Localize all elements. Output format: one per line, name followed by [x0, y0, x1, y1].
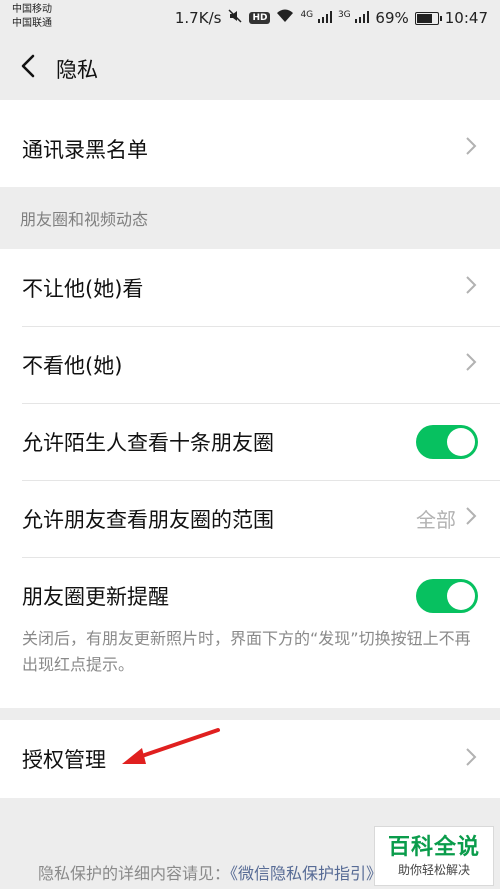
signal-1-label: 4G [300, 10, 314, 20]
row-label: 朋友圈更新提醒 [22, 584, 169, 609]
section-header-moments: 朋友圈和视频动态 [20, 210, 149, 229]
battery-icon [414, 11, 442, 25]
watermark-subtitle: 助你轻松解决 [397, 863, 470, 877]
row-label: 允许陌生人查看十条朋友圈 [22, 430, 274, 455]
row-label: 允许朋友查看朋友圈的范围 [22, 507, 274, 532]
row-friend-range[interactable]: 允许朋友查看朋友圈的范围 全部 [0, 480, 500, 557]
update-remind-description: 关闭后，有朋友更新照片时，界面下方的“发现”切换按钮上不再出现红点提示。 [22, 629, 471, 674]
nav-bar: 隐私 [0, 36, 500, 100]
row-label: 通讯录黑名单 [22, 137, 148, 162]
chevron-right-icon [464, 746, 478, 773]
row-label: 不让他(她)看 [22, 276, 144, 301]
signal-bars-icon [317, 11, 332, 23]
carrier-info: 中国移动 中国联通 [12, 3, 52, 31]
row-auth-management[interactable]: 授权管理 [0, 720, 500, 798]
signal-bars-icon [355, 11, 370, 23]
clock: 10:47 [444, 9, 488, 27]
red-arrow-icon [122, 728, 220, 764]
privacy-guide-link[interactable]: 《微信隐私保护指引》 [230, 864, 382, 883]
watermark-title: 百科全说 [387, 835, 480, 860]
privacy-footer-note: 隐私保护的详细内容请见：《微信隐私保护指引》 [38, 860, 382, 884]
row-stranger-view: 允许陌生人查看十条朋友圈 [0, 403, 500, 480]
blacklist-card: 通讯录黑名单 [0, 100, 500, 187]
moments-card: 不让他(她)看 不看他(她) 允许陌生人查看十条朋友圈 允许朋友查看朋友圈的范围… [0, 249, 500, 708]
row-label: 授权管理 [22, 748, 106, 772]
status-bar: 中国移动 中国联通 1.7K/s HD 4G 3G 69% 10:47 [0, 0, 500, 36]
chevron-right-icon [464, 351, 478, 378]
carrier-2: 中国联通 [12, 18, 52, 29]
back-icon[interactable] [16, 52, 44, 80]
row-hide-from[interactable]: 不让他(她)看 [0, 249, 500, 326]
chevron-right-icon [464, 274, 478, 301]
chevron-right-icon [464, 505, 478, 532]
page-title: 隐私 [56, 58, 98, 82]
toggle-knob [447, 427, 475, 456]
carrier-1: 中国移动 [12, 4, 52, 15]
footer-prefix: 隐私保护的详细内容请见： [38, 864, 231, 883]
hd-badge: HD [249, 12, 271, 24]
signal-2: 3G [337, 9, 370, 27]
friend-range-value: 全部 [416, 508, 456, 532]
auth-card: 授权管理 [0, 720, 500, 798]
row-contacts-blacklist[interactable]: 通讯录黑名单 [0, 110, 500, 187]
row-not-see[interactable]: 不看他(她) [0, 326, 500, 403]
toggle-knob [447, 581, 475, 610]
chevron-right-icon [464, 135, 478, 162]
update-remind-toggle[interactable] [416, 578, 478, 613]
row-label: 不看他(她) [22, 353, 123, 378]
wifi-icon [276, 9, 294, 27]
status-indicators: 1.7K/s HD 4G 3G 69% 10:47 [175, 8, 488, 28]
battery-fill [416, 13, 432, 23]
mute-icon [227, 8, 243, 28]
watermark-logo: 百科全说 助你轻松解决 [374, 826, 494, 886]
row-update-remind: 朋友圈更新提醒 [0, 557, 500, 634]
network-speed: 1.7K/s [174, 9, 222, 27]
signal-1: 4G [300, 9, 332, 27]
stranger-view-toggle[interactable] [416, 424, 478, 459]
signal-2-label: 3G [337, 10, 351, 20]
battery-percent: 69% [375, 9, 409, 27]
